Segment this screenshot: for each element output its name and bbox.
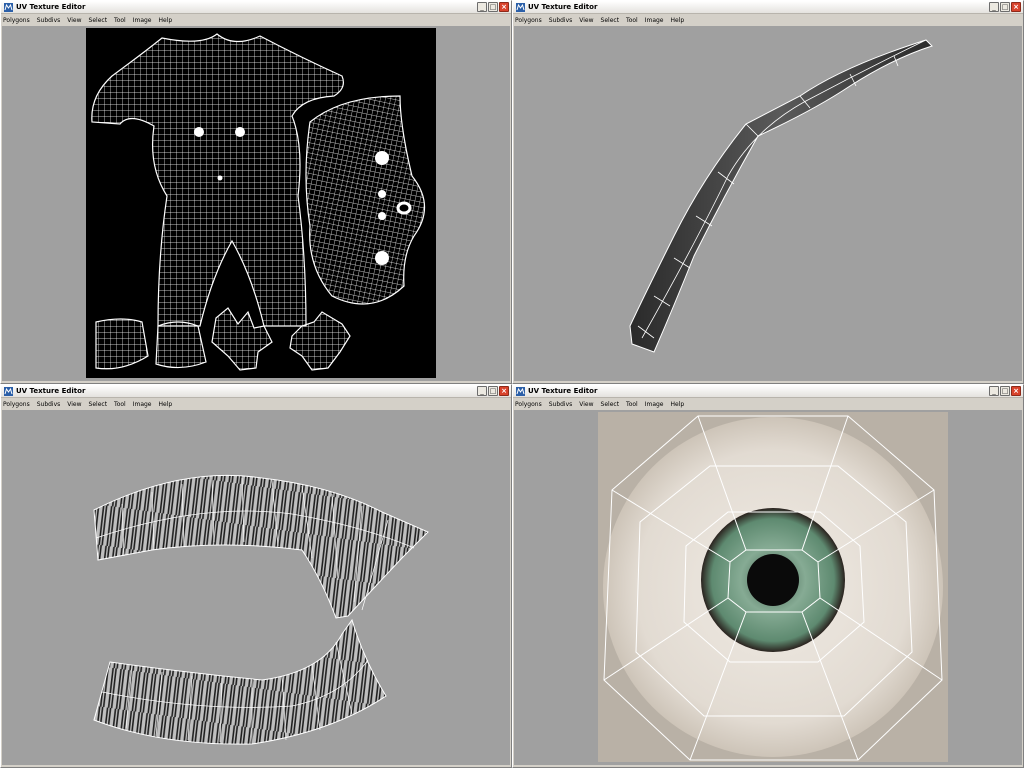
ear-uv <box>396 201 412 215</box>
title-bar[interactable]: UV Texture Editor _ □ × <box>1 1 511 14</box>
menu-select[interactable]: Select <box>89 17 108 24</box>
window-title: UV Texture Editor <box>16 387 86 395</box>
window-title: UV Texture Editor <box>528 3 598 11</box>
uv-viewport[interactable] <box>514 410 1022 765</box>
restore-button[interactable]: □ <box>488 386 498 396</box>
window-title: UV Texture Editor <box>16 3 86 11</box>
strand-shell <box>629 39 933 353</box>
foot-uv-right <box>155 321 207 369</box>
menu-help[interactable]: Help <box>159 17 173 24</box>
minimize-button[interactable]: _ <box>477 2 487 12</box>
body-uv-layout <box>86 28 436 378</box>
uv-viewport[interactable] <box>514 26 1022 381</box>
menu-help[interactable]: Help <box>671 17 685 24</box>
menu-help[interactable]: Help <box>671 401 685 408</box>
minimize-button[interactable]: _ <box>989 386 999 396</box>
maya-icon <box>4 2 13 12</box>
pupil <box>747 554 799 606</box>
menu-view[interactable]: View <box>579 401 593 408</box>
menu-subdivs[interactable]: Subdivs <box>549 17 573 24</box>
nipple-uv-right <box>235 127 245 137</box>
navel-uv <box>217 175 223 181</box>
menu-subdivs[interactable]: Subdivs <box>37 401 61 408</box>
menu-tool[interactable]: Tool <box>114 17 126 24</box>
menu-view[interactable]: View <box>67 17 81 24</box>
menu-select[interactable]: Select <box>601 401 620 408</box>
menu-polygons[interactable]: Polygons <box>3 17 30 24</box>
lower-lash-shell <box>93 618 387 745</box>
chin-uv <box>375 251 389 265</box>
minimize-button[interactable]: _ <box>989 2 999 12</box>
close-button[interactable]: × <box>499 386 509 396</box>
title-bar[interactable]: UV Texture Editor _ □ × <box>513 385 1023 398</box>
uv-editor-window-eyelashes: UV Texture Editor _ □ × Polygons Subdivs… <box>0 384 512 768</box>
eyeball-uv <box>598 412 948 762</box>
menu-bar: Polygons Subdivs View Select Tool Image … <box>513 15 1023 25</box>
menu-polygons[interactable]: Polygons <box>3 401 30 408</box>
close-button[interactable]: × <box>1011 2 1021 12</box>
mouth-uv <box>378 212 386 220</box>
uv-editor-window-eyeball: UV Texture Editor _ □ × Polygons Subdivs… <box>512 384 1024 768</box>
uv-editor-window-body: UV Texture Editor _ □ × Polygons Subdivs… <box>0 0 512 384</box>
menu-bar: Polygons Subdivs View Select Tool Image … <box>513 399 1023 409</box>
menu-view[interactable]: View <box>67 401 81 408</box>
eyelashes-uv <box>93 474 429 745</box>
window-title: UV Texture Editor <box>528 387 598 395</box>
close-button[interactable]: × <box>499 2 509 12</box>
restore-button[interactable]: □ <box>1000 386 1010 396</box>
menu-subdivs[interactable]: Subdivs <box>37 17 61 24</box>
menu-help[interactable]: Help <box>159 401 173 408</box>
menu-polygons[interactable]: Polygons <box>515 401 542 408</box>
eye-uv-hole <box>375 151 389 165</box>
minimize-button[interactable]: _ <box>477 386 487 396</box>
menu-subdivs[interactable]: Subdivs <box>549 401 573 408</box>
upper-lash-shell <box>93 474 429 619</box>
title-bar[interactable]: UV Texture Editor _ □ × <box>1 385 511 398</box>
nipple-uv-left <box>194 127 204 137</box>
uv-viewport[interactable] <box>2 410 510 765</box>
menu-image[interactable]: Image <box>133 401 152 408</box>
maya-icon <box>516 386 525 396</box>
menu-bar: Polygons Subdivs View Select Tool Image … <box>1 399 511 409</box>
close-button[interactable]: × <box>1011 386 1021 396</box>
menu-bar: Polygons Subdivs View Select Tool Image … <box>1 15 511 25</box>
menu-tool[interactable]: Tool <box>626 17 638 24</box>
menu-image[interactable]: Image <box>133 17 152 24</box>
menu-image[interactable]: Image <box>645 401 664 408</box>
eyebrow-strand-uv <box>629 39 933 353</box>
restore-button[interactable]: □ <box>488 2 498 12</box>
maya-icon <box>4 386 13 396</box>
menu-tool[interactable]: Tool <box>626 401 638 408</box>
maya-icon <box>516 2 525 12</box>
menu-select[interactable]: Select <box>601 17 620 24</box>
title-bar[interactable]: UV Texture Editor _ □ × <box>513 1 1023 14</box>
uv-viewport[interactable] <box>2 26 510 381</box>
strand-wire <box>637 39 927 339</box>
uv-editor-window-strand: UV Texture Editor _ □ × Polygons Subdivs… <box>512 0 1024 384</box>
menu-select[interactable]: Select <box>89 401 108 408</box>
menu-tool[interactable]: Tool <box>114 401 126 408</box>
restore-button[interactable]: □ <box>1000 2 1010 12</box>
menu-image[interactable]: Image <box>645 17 664 24</box>
menu-view[interactable]: View <box>579 17 593 24</box>
nose-uv <box>378 190 386 198</box>
menu-polygons[interactable]: Polygons <box>515 17 542 24</box>
